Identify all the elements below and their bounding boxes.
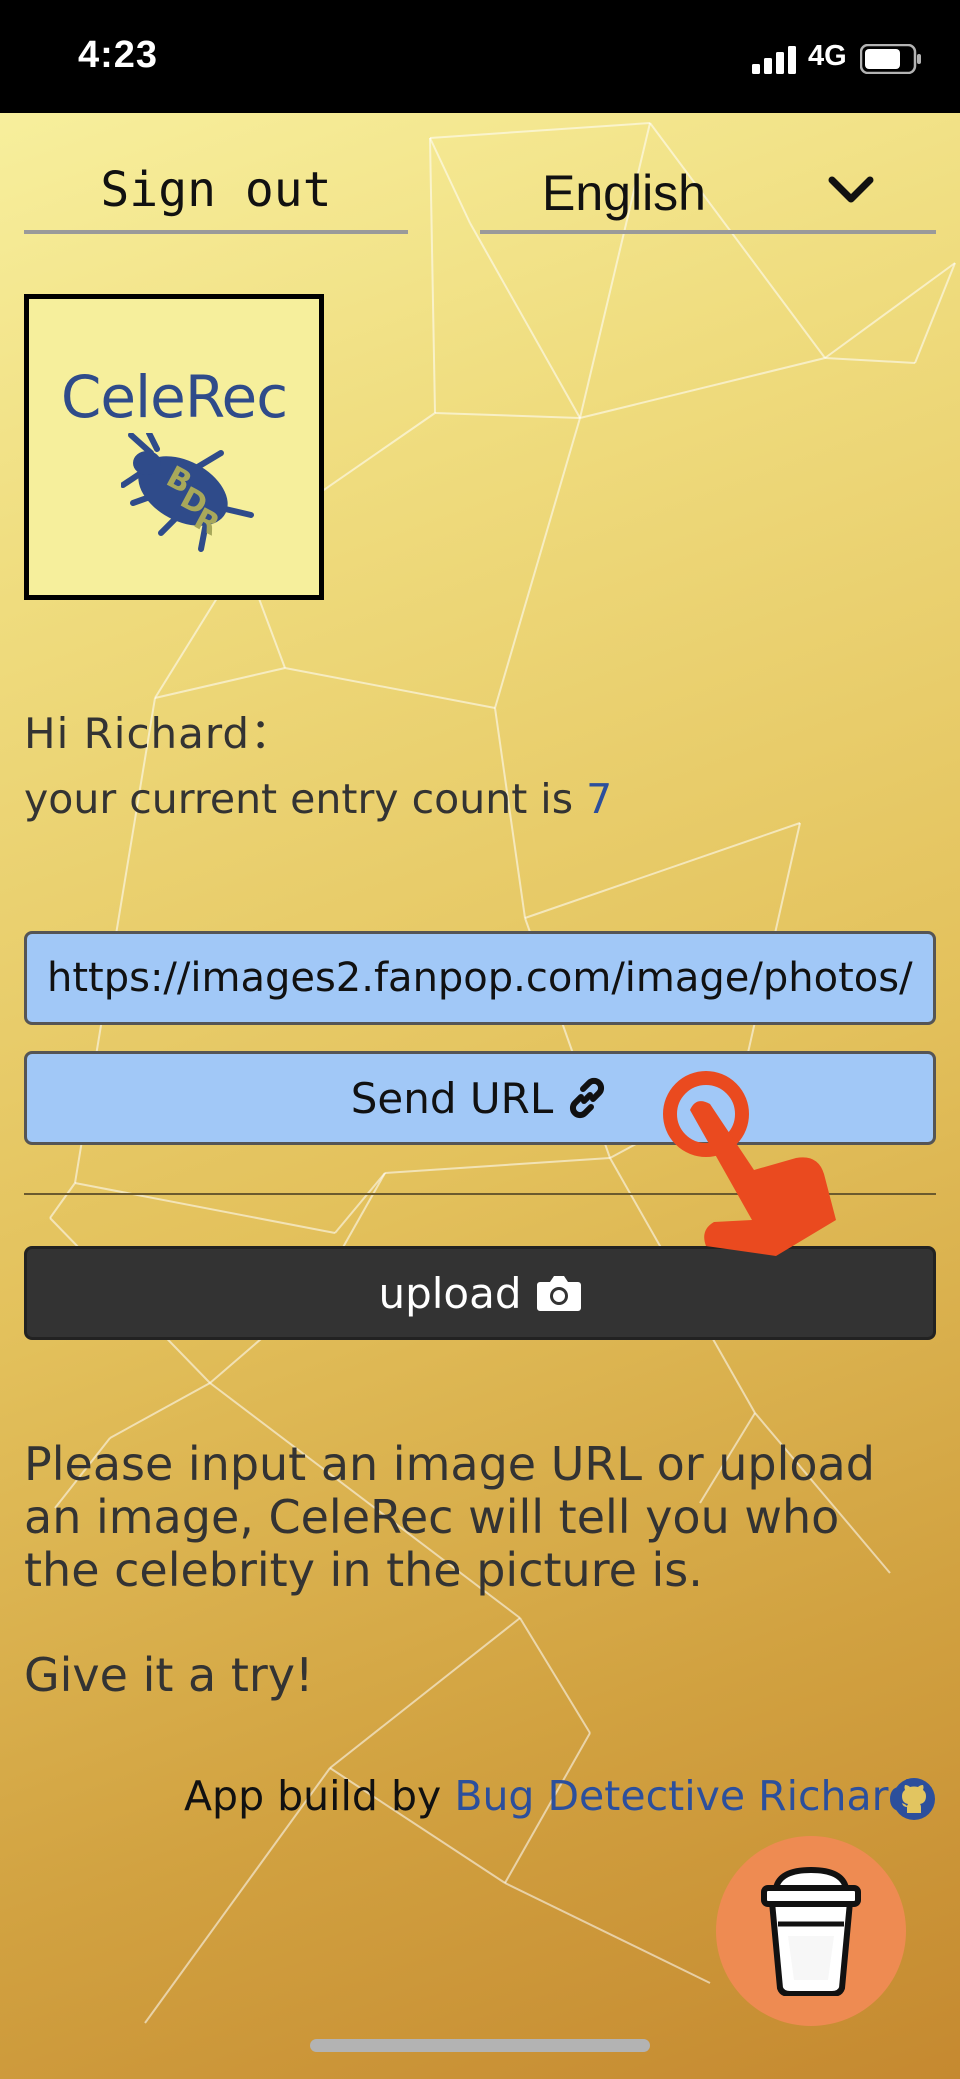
- camera-icon: [536, 1276, 581, 1311]
- footer-prefix: App build by: [184, 1772, 455, 1820]
- language-select[interactable]: English: [480, 150, 936, 234]
- greeting: Hi Richard：: [24, 709, 294, 758]
- coffee-cup-icon: [761, 1867, 861, 1996]
- status-bar: 4:23 4G: [0, 0, 960, 113]
- status-time: 4:23: [78, 34, 159, 76]
- signal-icon: [752, 46, 796, 74]
- upload-label: upload: [378, 1268, 522, 1318]
- logo-text: CeleRec: [60, 363, 288, 431]
- github-icon[interactable]: [892, 1777, 936, 1821]
- entry-count: 7: [586, 775, 613, 823]
- chevron-down-icon: [828, 176, 874, 203]
- home-indicator: [310, 2039, 650, 2052]
- url-input[interactable]: [24, 931, 936, 1025]
- sign-out-button[interactable]: Sign out: [24, 150, 408, 234]
- language-value: English: [542, 165, 706, 221]
- buy-coffee-button[interactable]: [716, 1836, 906, 2026]
- network-type: 4G: [808, 40, 847, 72]
- entry-count-prefix: your current entry count is: [24, 775, 587, 823]
- author-link[interactable]: Bug Detective Richard: [454, 1772, 914, 1820]
- battery-icon: [860, 44, 921, 74]
- bug-icon: B D R: [121, 433, 254, 552]
- link-icon: [570, 1077, 605, 1119]
- description-text: Please input an image URL or upload an i…: [24, 1437, 875, 1597]
- footer-credit: App build by Bug Detective Richard: [184, 1772, 914, 1820]
- send-url-label: Send URL: [350, 1073, 554, 1123]
- app-logo: CeleRec B D R: [24, 294, 324, 600]
- try-text: Give it a try!: [24, 1648, 314, 1702]
- entry-count-line: your current entry count is 7: [24, 775, 612, 823]
- tap-hand-icon: [663, 1071, 836, 1256]
- sign-out-label: Sign out: [100, 162, 332, 218]
